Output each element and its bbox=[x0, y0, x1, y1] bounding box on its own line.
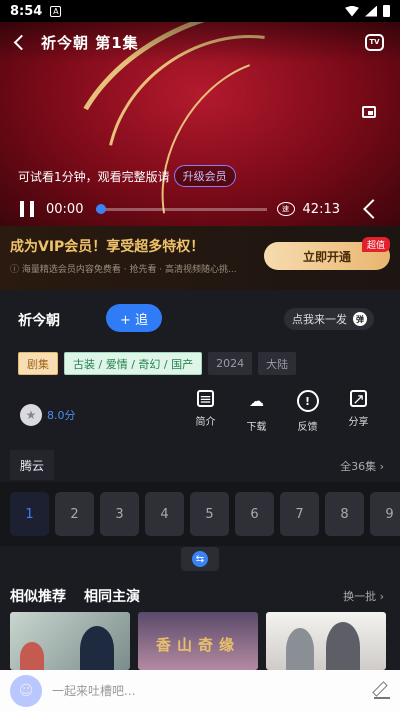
swap-icon: ⇆ bbox=[192, 551, 208, 567]
battery-icon bbox=[383, 5, 390, 17]
recommend-tabs: 相似推荐 相同主演 bbox=[10, 586, 140, 606]
tab-same-cast[interactable]: 相同主演 bbox=[84, 586, 140, 606]
refresh-link[interactable]: 换一批 › bbox=[343, 588, 384, 604]
episode-item[interactable]: 5 bbox=[190, 492, 229, 536]
vip-banner[interactable]: 成为VIP会员！享受超多特权！ ⓘ 海量精选会员内容免费看 · 抢先看 · 高清… bbox=[0, 226, 400, 290]
comment-bar: ☺ 一起来吐槽吧... bbox=[0, 670, 400, 711]
action-label: 下载 bbox=[246, 422, 267, 433]
pen-icon[interactable] bbox=[374, 683, 390, 699]
feedback-icon: ! bbox=[296, 390, 319, 412]
current-time: 00:00 bbox=[46, 201, 84, 217]
recommend-section: 相似推荐 相同主演 换一批 › 香山奇缘 bbox=[0, 580, 400, 670]
all-episodes-link[interactable]: 全36集 › bbox=[340, 458, 384, 474]
rating[interactable]: ★ 8.0分 bbox=[20, 404, 76, 426]
tab-similar[interactable]: 相似推荐 bbox=[10, 586, 66, 606]
cast-tv-icon[interactable]: TV bbox=[365, 33, 384, 51]
tag-genre[interactable]: 古装 / 爱情 / 奇幻 / 国产 bbox=[64, 352, 203, 375]
episode-item[interactable]: 7 bbox=[280, 492, 319, 536]
share-icon: ↗ bbox=[350, 390, 367, 408]
video-title: 祈今朝 第1集 bbox=[41, 33, 139, 52]
upgrade-vip-button[interactable]: 升级会员 bbox=[173, 165, 236, 187]
action-download[interactable]: ☁ 下载 bbox=[231, 390, 282, 433]
episode-item[interactable]: 2 bbox=[55, 492, 94, 536]
comment-input[interactable]: 一起来吐槽吧... bbox=[52, 682, 135, 699]
notification-icon: A bbox=[50, 5, 62, 17]
speed-icon[interactable]: 速 bbox=[276, 202, 295, 216]
player-topbar: 祈今朝 第1集 TV bbox=[0, 22, 400, 62]
recommend-thumbs: 香山奇缘 bbox=[10, 612, 386, 670]
danmu-button[interactable]: 点我来一发 弹 bbox=[284, 308, 374, 330]
person-image bbox=[286, 628, 314, 670]
tag-row: 剧集 古装 / 爱情 / 奇幻 / 国产 2024 大陆 bbox=[18, 352, 297, 375]
person-image bbox=[80, 626, 114, 670]
episode-header: 腾云 全36集 › bbox=[0, 450, 400, 480]
wifi-icon bbox=[345, 5, 359, 17]
recommend-thumb[interactable] bbox=[266, 612, 386, 670]
download-icon: ☁ bbox=[249, 392, 264, 410]
progress-bar[interactable] bbox=[96, 203, 267, 214]
player-controls: 00:00 速 42:13 bbox=[0, 192, 400, 226]
recommend-thumb[interactable] bbox=[10, 612, 130, 670]
action-label: 分享 bbox=[348, 417, 369, 428]
episode-item[interactable]: 8 bbox=[325, 492, 364, 536]
trial-text: 可试看1分钟，观看完整版请 bbox=[18, 169, 170, 184]
episode-item[interactable]: 4 bbox=[145, 492, 184, 536]
progress-handle[interactable] bbox=[96, 203, 106, 214]
total-time: 42:13 bbox=[302, 201, 340, 217]
show-title: 祈今朝 bbox=[18, 313, 60, 329]
signal-icon bbox=[365, 5, 377, 17]
poster-calligraphy: 香山奇缘 bbox=[155, 636, 240, 654]
video-player[interactable]: 祈今朝 第1集 TV 可试看1分钟，观看完整版请 升级会员 00:00 速 42… bbox=[0, 22, 400, 226]
tag-region: 大陆 bbox=[258, 352, 297, 375]
danmu-icon: 弹 bbox=[353, 312, 367, 326]
fullscreen-icon[interactable] bbox=[363, 199, 383, 219]
recommend-thumb[interactable]: 香山奇缘 bbox=[138, 612, 258, 670]
trial-notice: 可试看1分钟，观看完整版请 升级会员 bbox=[18, 165, 236, 187]
person-image bbox=[326, 622, 360, 670]
source-tab[interactable]: 腾云 bbox=[10, 450, 55, 480]
danmu-label: 点我来一发 bbox=[292, 313, 347, 326]
action-feedback[interactable]: ! 反馈 bbox=[282, 390, 333, 433]
pause-icon[interactable] bbox=[20, 201, 34, 217]
status-bar: 8:54 A bbox=[0, 0, 400, 22]
action-label: 反馈 bbox=[297, 422, 318, 433]
action-label: 简介 bbox=[195, 417, 216, 428]
value-badge: 超值 bbox=[361, 237, 390, 252]
action-row: ≡ 简介 ☁ 下载 ! 反馈 ↗ 分享 bbox=[180, 390, 384, 434]
follow-button[interactable]: + 追 bbox=[106, 304, 162, 332]
pip-icon[interactable] bbox=[362, 106, 376, 118]
doc-icon: ≡ bbox=[197, 390, 214, 408]
status-icons bbox=[345, 5, 390, 17]
status-time: 8:54 bbox=[10, 3, 43, 19]
action-intro[interactable]: ≡ 简介 bbox=[180, 390, 231, 433]
episode-item[interactable]: 3 bbox=[100, 492, 139, 536]
action-share[interactable]: ↗ 分享 bbox=[333, 390, 384, 433]
episode-item[interactable]: 1 bbox=[10, 492, 49, 536]
avatar[interactable]: ☺ bbox=[10, 674, 42, 707]
show-info: 祈今朝 + 追 点我来一发 弹 剧集 古装 / 爱情 / 奇幻 / 国产 202… bbox=[0, 290, 400, 450]
swap-button[interactable]: ⇆ bbox=[181, 547, 219, 571]
tag-year: 2024 bbox=[208, 352, 253, 375]
back-icon[interactable] bbox=[13, 34, 30, 50]
person-image bbox=[20, 642, 44, 670]
tag-episode: 剧集 bbox=[18, 352, 58, 375]
star-icon: ★ bbox=[20, 404, 42, 426]
rating-value: 8.0分 bbox=[47, 409, 76, 422]
episode-item[interactable]: 9 bbox=[370, 492, 400, 536]
episode-list: 1 2 3 4 5 6 7 8 9 bbox=[0, 482, 400, 546]
episode-item[interactable]: 6 bbox=[235, 492, 274, 536]
